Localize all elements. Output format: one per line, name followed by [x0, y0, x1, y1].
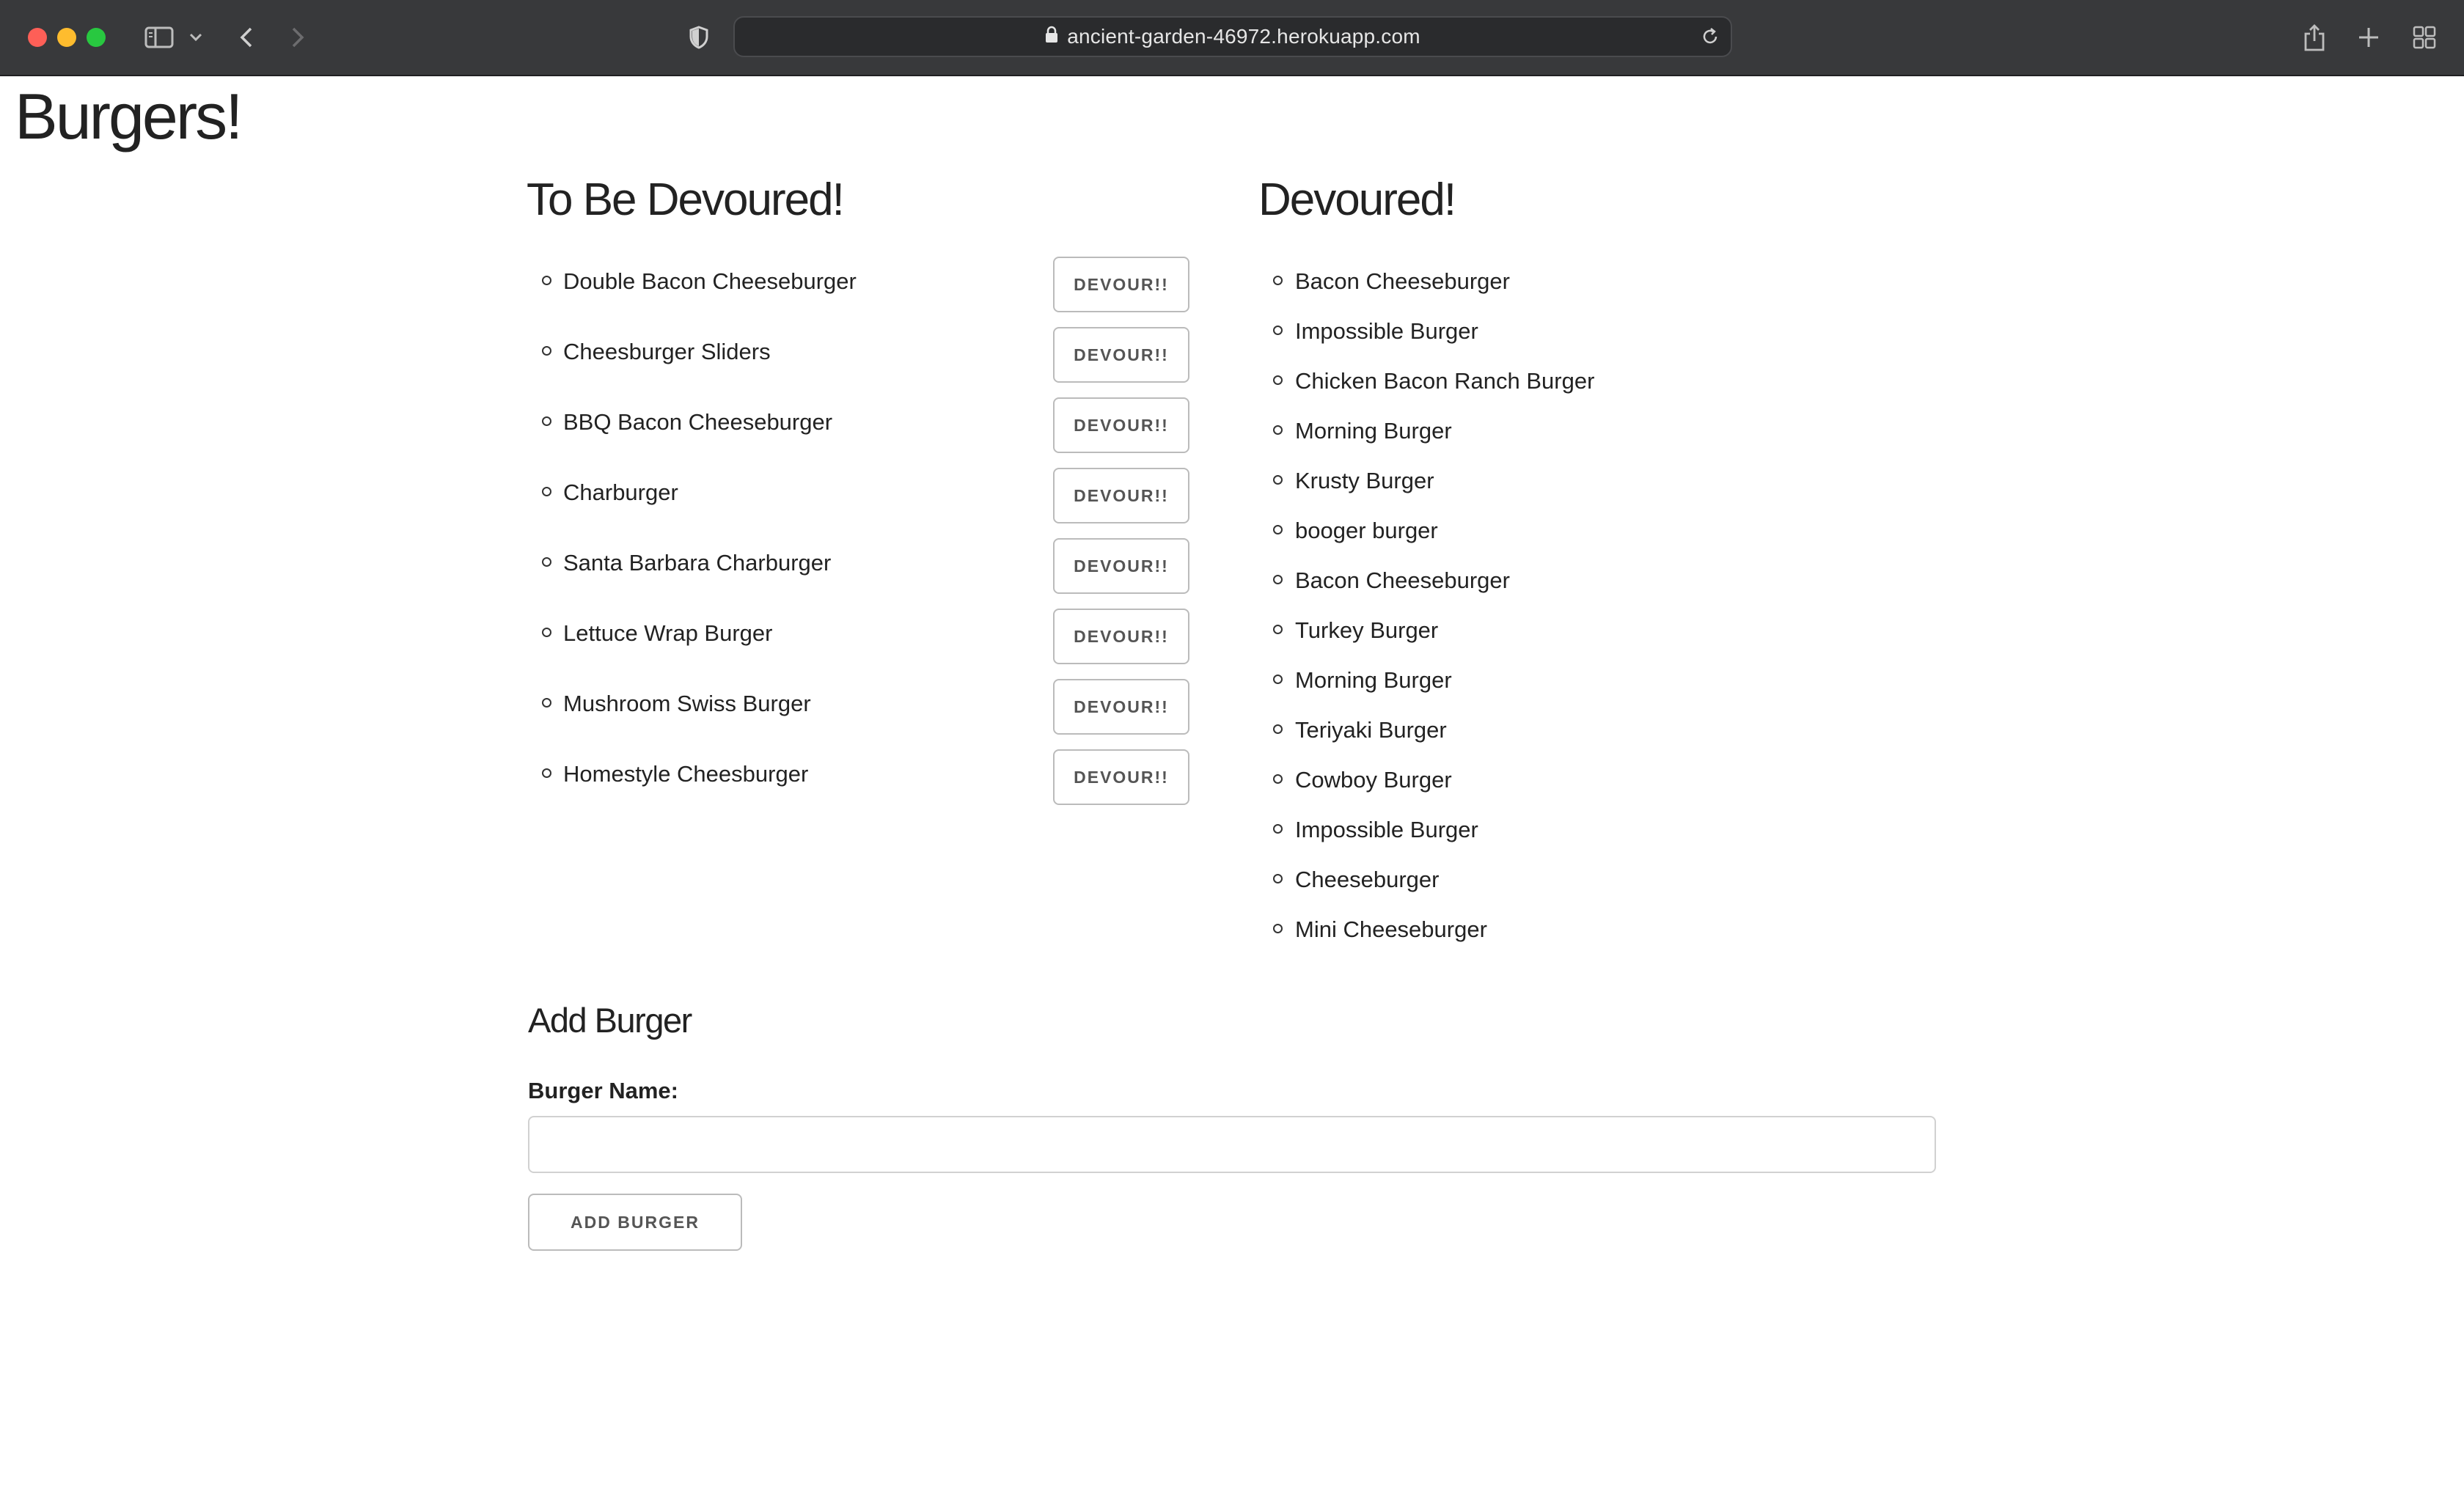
devoured-item: Bacon Cheeseburger — [1261, 557, 1701, 601]
devour-button[interactable]: DEVOUR!! — [1053, 468, 1189, 523]
to-be-devoured-item: Lettuce Wrap Burger DEVOUR!! — [528, 609, 1189, 680]
devoured-item: Krusty Burger — [1261, 457, 1701, 501]
bullet-icon — [1273, 724, 1283, 734]
bullet-icon — [1273, 475, 1283, 485]
bullet-icon — [1273, 774, 1283, 784]
to-be-devoured-item: Mushroom Swiss Burger DEVOUR!! — [528, 679, 1189, 751]
burger-name: Morning Burger — [1295, 667, 1452, 693]
burger-name: Santa Barbara Charburger — [563, 550, 832, 576]
bullet-icon — [1273, 326, 1283, 335]
burger-name: Cheeseburger — [1295, 867, 1440, 892]
devoured-item: Teriyaki Burger — [1261, 707, 1701, 751]
devoured-heading: Devoured! — [1258, 174, 1456, 225]
devoured-item: Mini Cheeseburger — [1261, 906, 1701, 950]
bullet-icon — [1273, 874, 1283, 883]
sidebar-icon[interactable] — [141, 19, 177, 56]
bullet-icon — [542, 768, 551, 778]
bullet-icon — [542, 698, 551, 708]
devoured-item: Cheeseburger — [1261, 856, 1701, 900]
devoured-item: Impossible Burger — [1261, 806, 1701, 850]
burger-name-input[interactable] — [528, 1116, 1936, 1173]
bullet-icon — [1273, 425, 1283, 435]
bullet-icon — [542, 346, 551, 356]
burger-name: Teriyaki Burger — [1295, 717, 1447, 743]
burger-name: Chicken Bacon Ranch Burger — [1295, 368, 1595, 394]
reload-icon[interactable] — [1700, 26, 1720, 51]
plus-icon[interactable] — [2354, 19, 2383, 56]
to-be-devoured-item: Cheesburger Sliders DEVOUR!! — [528, 327, 1189, 399]
add-burger-heading: Add Burger — [528, 1001, 692, 1040]
bullet-icon — [1273, 375, 1283, 385]
bullet-icon — [1273, 625, 1283, 634]
to-be-devoured-item: Double Bacon Cheeseburger DEVOUR!! — [528, 257, 1189, 328]
burger-name: Lettuce Wrap Burger — [563, 620, 773, 646]
bullet-icon — [542, 276, 551, 285]
burger-name: Impossible Burger — [1295, 817, 1478, 842]
devoured-item: Chicken Bacon Ranch Burger — [1261, 358, 1701, 402]
burger-name: Krusty Burger — [1295, 468, 1434, 493]
bullet-icon — [1273, 525, 1283, 534]
devour-button[interactable]: DEVOUR!! — [1053, 679, 1189, 735]
to-be-devoured-item: BBQ Bacon Cheeseburger DEVOUR!! — [528, 397, 1189, 469]
browser-toolbar: ancient-garden-46972.herokuapp.com — [0, 0, 2464, 76]
bullet-icon — [542, 628, 551, 637]
add-burger-button[interactable]: ADD BURGER — [528, 1194, 742, 1251]
address-bar[interactable]: ancient-garden-46972.herokuapp.com — [733, 16, 1732, 57]
devour-button[interactable]: DEVOUR!! — [1053, 538, 1189, 594]
burger-name: Cowboy Burger — [1295, 767, 1452, 793]
bullet-icon — [1273, 675, 1283, 684]
devour-button[interactable]: DEVOUR!! — [1053, 609, 1189, 664]
devoured-item: booger burger — [1261, 507, 1701, 551]
burger-name: Mushroom Swiss Burger — [563, 691, 811, 716]
bullet-icon — [1273, 924, 1283, 933]
bullet-icon — [1273, 824, 1283, 834]
burger-name: BBQ Bacon Cheeseburger — [563, 409, 833, 435]
page-title: Burgers! — [15, 80, 243, 152]
devoured-item: Morning Burger — [1261, 408, 1701, 452]
burger-name: Cheesburger Sliders — [563, 339, 771, 364]
page-content: Burgers! To Be Devoured! Double Bacon Ch… — [0, 78, 2464, 1503]
to-be-devoured-item: Homestyle Cheesburger DEVOUR!! — [528, 749, 1189, 821]
burger-name: Charburger — [563, 479, 678, 505]
burger-name: Homestyle Cheesburger — [563, 761, 809, 787]
burger-name-label: Burger Name: — [528, 1078, 678, 1103]
bullet-icon — [1273, 276, 1283, 285]
bullet-icon — [1273, 575, 1283, 584]
devour-button[interactable]: DEVOUR!! — [1053, 327, 1189, 383]
chevron-down-icon[interactable] — [186, 19, 205, 56]
shield-icon[interactable] — [686, 19, 711, 56]
burger-name: Bacon Cheeseburger — [1295, 268, 1510, 294]
chevron-right-icon[interactable] — [285, 19, 311, 56]
share-icon[interactable] — [2300, 19, 2329, 56]
to-be-devoured-item: Charburger DEVOUR!! — [528, 468, 1189, 540]
devoured-item: Impossible Burger — [1261, 308, 1701, 352]
devour-button[interactable]: DEVOUR!! — [1053, 257, 1189, 312]
zoom-window-button[interactable] — [87, 28, 106, 47]
tab-overview-icon[interactable] — [2410, 19, 2439, 56]
burger-name: Double Bacon Cheeseburger — [563, 268, 857, 294]
minimize-window-button[interactable] — [57, 28, 76, 47]
devoured-item: Cowboy Burger — [1261, 757, 1701, 801]
chevron-left-icon[interactable] — [233, 19, 260, 56]
bullet-icon — [542, 557, 551, 567]
devoured-item: Bacon Cheeseburger — [1261, 258, 1701, 302]
devour-button[interactable]: DEVOUR!! — [1053, 397, 1189, 453]
to-be-devoured-item: Santa Barbara Charburger DEVOUR!! — [528, 538, 1189, 610]
devoured-item: Turkey Burger — [1261, 607, 1701, 651]
url-text: ancient-garden-46972.herokuapp.com — [1067, 25, 1420, 48]
lock-icon — [1045, 25, 1058, 48]
bullet-icon — [542, 487, 551, 496]
bullet-icon — [542, 416, 551, 426]
burger-name: Turkey Burger — [1295, 617, 1439, 643]
burger-name: Morning Burger — [1295, 418, 1452, 444]
burger-name: Impossible Burger — [1295, 318, 1478, 344]
devour-button[interactable]: DEVOUR!! — [1053, 749, 1189, 805]
close-window-button[interactable] — [28, 28, 47, 47]
burger-name: Mini Cheeseburger — [1295, 916, 1487, 942]
devoured-item: Morning Burger — [1261, 657, 1701, 701]
burger-name: Bacon Cheeseburger — [1295, 567, 1510, 593]
to-be-devoured-heading: To Be Devoured! — [527, 174, 845, 225]
burger-name: booger burger — [1295, 518, 1438, 543]
